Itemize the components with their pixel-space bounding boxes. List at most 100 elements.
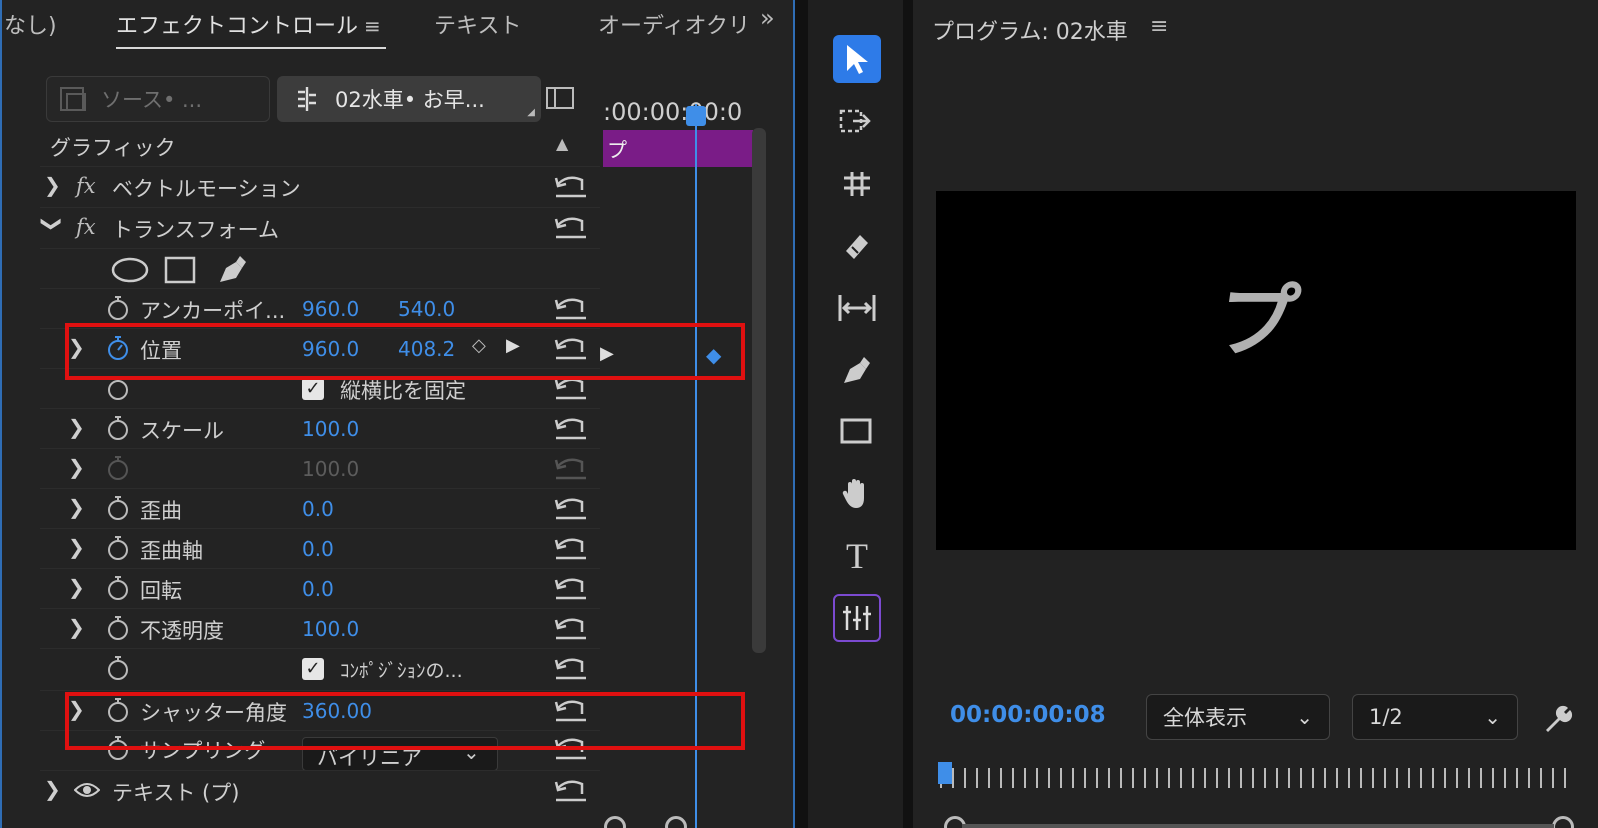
effect-row-transform[interactable]: ❯ fx トランスフォーム (40, 207, 600, 248)
tab-effect-controls[interactable]: エフェクトコントロール (116, 8, 358, 40)
rectangle-mask-icon[interactable] (164, 256, 196, 284)
type-tool-icon[interactable]: T (833, 532, 881, 580)
zoom-bar[interactable] (962, 824, 1554, 828)
selection-tool-icon[interactable] (833, 35, 881, 83)
anchor-x-value[interactable]: 960.0 (302, 297, 359, 321)
pen-mask-icon[interactable] (216, 254, 248, 286)
playhead-handle[interactable] (686, 106, 706, 126)
panel-menu-icon[interactable]: ≡ (1150, 14, 1168, 39)
ripple-edit-tool-icon[interactable] (833, 160, 881, 208)
expand-chevron-icon[interactable]: ❯ (68, 455, 85, 479)
rotation-value[interactable]: 0.0 (302, 577, 334, 601)
anchor-y-value[interactable]: 540.0 (398, 297, 455, 321)
collapse-arrow-icon[interactable]: ▲ (556, 134, 568, 153)
pen-tool-icon[interactable] (833, 346, 881, 394)
composition-shutter-checkbox[interactable]: ✓ (302, 658, 324, 680)
reset-icon[interactable] (554, 778, 588, 804)
sequence-clip-button[interactable]: 02水車• お早... ◢ (277, 76, 541, 122)
effect-name: トランスフォーム (112, 218, 279, 242)
effect-name: テキスト (プ) (112, 781, 240, 805)
fit-value: 全体表示 (1163, 706, 1247, 730)
track-select-tool-icon[interactable] (833, 98, 881, 146)
tab-text[interactable]: テキスト (434, 8, 521, 40)
reset-icon[interactable] (554, 174, 588, 200)
tab-audio-clip-mixer[interactable]: オーディオクリ (598, 8, 748, 40)
collapse-chevron-icon[interactable]: ❯ (40, 216, 64, 233)
resolution-dropdown[interactable]: 1/2 ⌄ (1352, 694, 1518, 740)
effect-row-text[interactable]: ❯ テキスト (プ) (40, 770, 600, 811)
toggle-timeline-icon[interactable] (545, 86, 575, 110)
vertical-scrollbar[interactable] (752, 128, 766, 653)
stopwatch-icon[interactable] (106, 295, 130, 321)
effect-row-vector-motion[interactable]: ❯ fx ベクトルモーション (40, 166, 600, 207)
reset-icon[interactable] (554, 616, 588, 642)
active-tab-underline (116, 47, 386, 49)
reset-icon[interactable] (554, 296, 588, 322)
chevron-down-icon: ⌄ (1484, 705, 1501, 729)
playhead-timecode[interactable]: 00:00:00:08 (950, 702, 1106, 728)
reset-icon[interactable] (554, 576, 588, 602)
resolution-value: 1/2 (1369, 705, 1403, 729)
expand-chevron-icon[interactable]: ❯ (68, 495, 85, 519)
ellipse-mask-icon[interactable] (110, 257, 150, 283)
tab-overflow-left[interactable]: なし) (4, 8, 57, 40)
fx-icon[interactable]: fx (76, 215, 96, 239)
stopwatch-icon[interactable] (106, 575, 130, 601)
property-row-composition-shutter: ✓ ｺﾝﾎﾟｼﾞｼｮﾝの... (40, 648, 600, 689)
stopwatch-icon[interactable] (106, 615, 130, 641)
stopwatch-icon[interactable] (106, 655, 130, 681)
property-row-scale-width: ❯ 100.0 (40, 448, 600, 489)
slip-tool-icon[interactable] (833, 284, 881, 332)
razor-tool-icon[interactable] (833, 222, 881, 270)
stopwatch-icon[interactable] (106, 415, 130, 441)
property-row-scale: ❯ スケール 100.0 (40, 408, 600, 449)
time-ruler[interactable] (940, 768, 1570, 788)
dropdown-corner-icon: ◢ (527, 107, 535, 118)
lock-aspect-checkbox[interactable]: ✓ (302, 378, 324, 400)
highlight-shutter-angle-row (65, 692, 745, 750)
property-label: スケール (140, 419, 224, 443)
property-label: ｺﾝﾎﾟｼﾞｼｮﾝの... (340, 660, 463, 682)
property-label: アンカーポイ... (140, 299, 286, 323)
program-monitor-title: プログラム: 02水車 (932, 20, 1128, 45)
fit-dropdown[interactable]: 全体表示 ⌄ (1146, 694, 1330, 740)
panel-menu-icon[interactable]: ≡ (364, 14, 381, 38)
clip-label: プ (607, 138, 627, 162)
section-header-graphics: グラフィック ▲ (40, 126, 600, 167)
video-frame[interactable]: プ (936, 191, 1576, 550)
expand-chevron-icon[interactable]: ❯ (68, 415, 85, 439)
expand-chevron-icon[interactable]: ❯ (68, 535, 85, 559)
skew-value[interactable]: 0.0 (302, 497, 334, 521)
opacity-value[interactable]: 100.0 (302, 617, 359, 641)
remix-tool-icon[interactable] (833, 594, 881, 642)
reset-icon[interactable] (554, 416, 588, 442)
sequence-clip-label: 02水車• お早... (335, 88, 485, 112)
reset-icon[interactable] (554, 215, 588, 241)
mask-tools-row (40, 248, 600, 289)
property-row-opacity: ❯ 不透明度 100.0 (40, 608, 600, 649)
monitor-playhead-handle[interactable] (938, 762, 952, 784)
effect-name: ベクトルモーション (112, 177, 301, 201)
stopwatch-icon[interactable] (106, 535, 130, 561)
fx-icon[interactable]: fx (76, 174, 96, 198)
expand-chevron-icon[interactable]: ❯ (68, 575, 85, 599)
eye-icon[interactable] (74, 781, 100, 799)
expand-chevron-icon[interactable]: ❯ (44, 173, 61, 197)
timeline-clip[interactable]: プ (603, 130, 753, 167)
skew-axis-value[interactable]: 0.0 (302, 537, 334, 561)
rectangle-tool-icon[interactable] (833, 408, 881, 456)
reset-icon[interactable] (554, 656, 588, 682)
expand-chevron-icon[interactable]: ❯ (68, 615, 85, 639)
chevron-down-icon: ⌄ (1296, 705, 1313, 729)
expand-chevron-icon[interactable]: ❯ (44, 777, 61, 801)
source-clip-button[interactable]: ソース• ... (46, 76, 270, 122)
frame-text-glyph: プ (1210, 275, 1304, 368)
wrench-icon[interactable] (1542, 704, 1574, 736)
reset-icon[interactable] (554, 496, 588, 522)
reset-icon[interactable] (554, 536, 588, 562)
tabs-overflow-button[interactable]: » (760, 4, 775, 32)
scale-value[interactable]: 100.0 (302, 417, 359, 441)
property-row-skew: ❯ 歪曲 0.0 (40, 488, 600, 529)
hand-tool-icon[interactable] (833, 470, 881, 518)
stopwatch-icon[interactable] (106, 495, 130, 521)
